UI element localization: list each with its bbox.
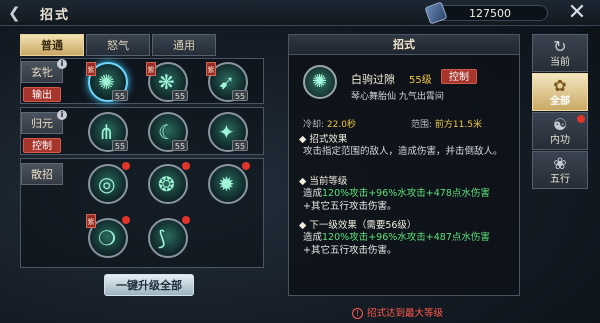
skill-tabs: 普通 怒气 通用 (20, 34, 216, 56)
group-role-tag: 输出 (23, 87, 61, 102)
current-level-text: 造成120%攻击+96%水攻击+478点水伤害 +其它五行攻击伤害。 (303, 188, 490, 212)
side-tab-five-elements[interactable]: ❀ 五行 (532, 151, 588, 189)
side-tab-internal[interactable]: ☯ 内功 (532, 112, 588, 150)
currency-icon (424, 1, 448, 25)
cooldown-label: 冷却: (303, 120, 325, 130)
cooldown-stat: 冷却: 22.0秒 (303, 117, 356, 130)
side-tab-current[interactable]: ↻ 当前 (532, 34, 588, 72)
tornado-icon: ✹ (218, 172, 235, 196)
group-name: 散招 (21, 163, 63, 185)
notification-dot (122, 216, 130, 224)
feather-strike-icon: ⟆ (158, 226, 166, 250)
range-value: 前方11.5米 (434, 120, 482, 130)
skill-slot[interactable]: ❂ (148, 164, 188, 204)
tab-normal[interactable]: 普通 (20, 34, 84, 56)
notification-dot (182, 216, 190, 224)
skill-detail-icon: ✺ (303, 65, 337, 99)
skill-slot[interactable]: ◎ (88, 164, 128, 204)
skill-level-badge: 55 (112, 140, 128, 151)
skill-slot[interactable]: ✹ (208, 164, 248, 204)
skill-level: 55级 (409, 75, 432, 86)
info-icon[interactable]: i (57, 59, 67, 69)
info-icon[interactable]: i (57, 110, 67, 120)
currency-value: 127500 (469, 7, 511, 20)
warning-icon: ! (352, 308, 363, 319)
whirlwind-icon: ❂ (158, 172, 175, 196)
skill-level-badge: 55 (232, 140, 248, 151)
flower-icon: ✿ (553, 76, 567, 95)
quality-tag: 紫 (86, 214, 96, 228)
vortex-icon: ◎ (98, 172, 116, 196)
quality-tag: 紫 (206, 62, 216, 76)
panel-header: 招式 (289, 35, 519, 55)
currency-display: 127500 (424, 1, 548, 25)
skill-type-tag: 控制 (441, 69, 477, 84)
range-stat: 范围: 前方11.5米 (411, 117, 482, 130)
skill-slot[interactable]: ⟆ (148, 218, 188, 258)
page-title: 招式 (40, 8, 71, 23)
quality-tag: 紫 (146, 62, 156, 76)
tab-general[interactable]: 通用 (152, 34, 216, 56)
range-label: 范围: (411, 120, 433, 130)
effect-section-title: ◆ 招式效果 (299, 134, 348, 145)
skill-name: 白驹过隙 (351, 73, 395, 86)
max-level-warning: ! 招式达到最大等级 (352, 305, 443, 319)
tab-rage[interactable]: 怒气 (86, 34, 150, 56)
skill-level-badge: 55 (112, 90, 128, 101)
upgrade-all-button[interactable]: 一键升级全部 (104, 274, 194, 296)
current-level-title: ◆ 当前等级 (299, 176, 348, 187)
next-level-text: 造成120%攻击+96%水攻击+487点水伤害 +其它五行攻击伤害。 (303, 232, 490, 256)
next-level-title: ◆ 下一级效果（需要56级） (299, 220, 417, 231)
circle-slash-icon: ❍ (98, 226, 116, 250)
skill-subtitle: 琴心舞胎仙 九气出霄间 (351, 92, 444, 102)
notification-dot (182, 162, 190, 170)
notification-dot (577, 115, 585, 123)
wind-slash-icon: ✺ (312, 71, 328, 92)
quality-tag: 紫 (86, 62, 96, 76)
notification-dot (242, 162, 250, 170)
top-bar: ❮ 招式 127500 ✕ (0, 0, 600, 26)
side-tab-all[interactable]: ✿ 全部 (532, 73, 588, 111)
close-icon[interactable]: ✕ (563, 1, 591, 25)
lotus-icon: ❀ (553, 154, 567, 173)
skill-detail-panel: 招式 ✺ 白驹过隙 55级 控制 琴心舞胎仙 九气出霄间 冷却: 22.0秒 范… (288, 34, 520, 296)
skill-level-badge: 55 (172, 140, 188, 151)
skill-level-badge: 55 (232, 90, 248, 101)
cooldown-value: 22.0秒 (326, 120, 356, 130)
skill-level-badge: 55 (172, 90, 188, 101)
notification-dot (122, 162, 130, 170)
effect-text: 攻击指定范围的敌人，造成伤害，并击倒敌人。 (303, 146, 503, 157)
group-role-tag: 控制 (23, 138, 61, 153)
back-arrow-icon[interactable]: ❮ (8, 4, 28, 22)
swirl-icon: ↻ (553, 37, 567, 56)
